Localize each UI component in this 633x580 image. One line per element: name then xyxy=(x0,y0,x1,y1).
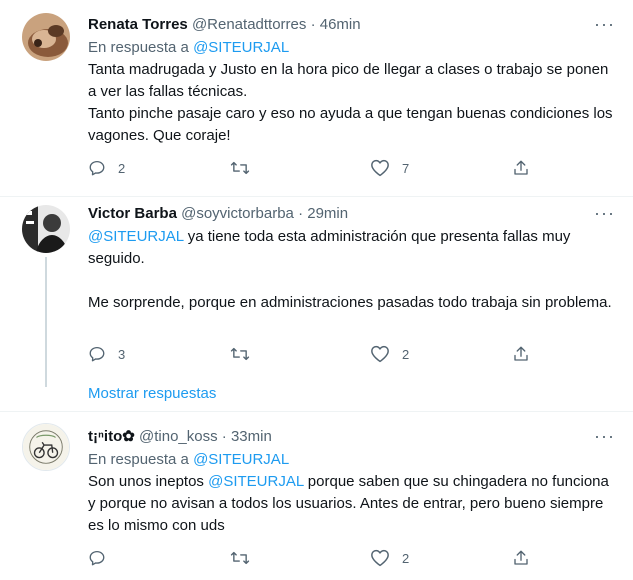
tweet-text: @SITEURJAL ya tiene toda esta administra… xyxy=(88,226,618,314)
retweet-icon xyxy=(230,549,250,567)
tweet-text: Tanta madrugada y Justo en la hora pico … xyxy=(88,59,618,147)
tweet-text-line: Tanto pinche pasaje caro y eso no ayuda … xyxy=(88,105,613,144)
separator: · xyxy=(221,428,227,445)
avatar[interactable] xyxy=(22,423,70,471)
thread-line xyxy=(45,257,47,387)
action-bar: 3 2 xyxy=(88,344,533,364)
like-icon xyxy=(370,159,390,177)
tweet-header: t¡ⁿito✿ @tino_koss · 33min xyxy=(88,427,272,447)
reply-context: En respuesta a @SITEURJAL xyxy=(88,38,289,58)
action-bar: 2 7 xyxy=(88,158,533,178)
more-icon[interactable]: ··· xyxy=(594,15,615,33)
reply-button[interactable]: 3 xyxy=(88,344,125,364)
like-icon xyxy=(370,549,390,567)
reply-button[interactable]: 2 xyxy=(88,158,125,178)
tweet-victor[interactable]: Victor Barba @soyvictorbarba · 29min ···… xyxy=(0,197,633,411)
mention-link[interactable]: @SITEURJAL xyxy=(208,473,304,490)
like-button[interactable]: 2 xyxy=(370,548,409,568)
reply-mention-link[interactable]: @SITEURJAL xyxy=(193,39,289,56)
timestamp[interactable]: 46min xyxy=(320,16,361,33)
like-count: 2 xyxy=(402,346,410,362)
share-button[interactable] xyxy=(512,344,530,364)
like-count: 7 xyxy=(402,160,410,176)
reply-count: 3 xyxy=(118,346,126,362)
reply-icon xyxy=(88,549,106,567)
like-button[interactable]: 7 xyxy=(370,158,409,178)
share-button[interactable] xyxy=(512,158,530,178)
tweet-text-line: Tanta madrugada y Justo en la hora pico … xyxy=(88,61,609,100)
tweet-tino[interactable]: t¡ⁿito✿ @tino_koss · 33min ··· En respue… xyxy=(0,412,633,580)
avatar[interactable] xyxy=(22,13,70,61)
reply-icon xyxy=(88,159,106,177)
more-icon[interactable]: ··· xyxy=(594,204,615,222)
share-icon xyxy=(512,345,530,363)
handle[interactable]: @tino_koss xyxy=(139,428,218,445)
tweet-text-paragraph: Me sorprende, porque en administraciones… xyxy=(88,294,612,311)
tweet-header: Victor Barba @soyvictorbarba · 29min xyxy=(88,204,348,224)
avatar[interactable] xyxy=(22,205,70,253)
tweet-text-paragraph: Son unos ineptos @SITEURJAL porque saben… xyxy=(88,471,618,537)
reply-icon xyxy=(88,345,106,363)
separator: · xyxy=(298,205,304,222)
like-icon xyxy=(370,345,390,363)
share-button[interactable] xyxy=(512,548,530,568)
retweet-button[interactable] xyxy=(230,158,262,178)
handle[interactable]: @soyvictorbarba xyxy=(181,205,294,222)
mention-link[interactable]: @SITEURJAL xyxy=(88,228,184,245)
share-icon xyxy=(512,549,530,567)
more-icon[interactable]: ··· xyxy=(594,427,615,445)
timestamp[interactable]: 29min xyxy=(307,205,348,222)
display-name[interactable]: Victor Barba xyxy=(88,205,177,222)
retweet-button[interactable] xyxy=(230,548,262,568)
action-bar: 2 xyxy=(88,548,533,568)
tweet-renata[interactable]: Renata Torres @Renatadttorres · 46min ··… xyxy=(0,0,633,196)
tweet-text-paragraph: @SITEURJAL ya tiene toda esta administra… xyxy=(88,226,618,270)
show-replies-link[interactable]: Mostrar respuestas xyxy=(88,384,216,404)
timestamp[interactable]: 33min xyxy=(231,428,272,445)
tweet-text-span: Son unos ineptos xyxy=(88,473,209,490)
display-name[interactable]: t¡ⁿito✿ xyxy=(88,428,135,445)
handle[interactable]: @Renatadttorres xyxy=(192,16,306,33)
share-icon xyxy=(512,159,530,177)
display-name[interactable]: Renata Torres xyxy=(88,16,188,33)
reply-prefix: En respuesta a xyxy=(88,39,194,56)
reply-button[interactable] xyxy=(88,548,118,568)
reply-count: 2 xyxy=(118,160,126,176)
tweet-header: Renata Torres @Renatadttorres · 46min xyxy=(88,15,361,35)
reply-mention-link[interactable]: @SITEURJAL xyxy=(193,451,289,468)
like-button[interactable]: 2 xyxy=(370,344,409,364)
reply-prefix: En respuesta a xyxy=(88,451,194,468)
retweet-icon xyxy=(230,159,250,177)
like-count: 2 xyxy=(402,550,410,566)
separator: · xyxy=(310,16,316,33)
reply-context: En respuesta a @SITEURJAL xyxy=(88,450,289,470)
retweet-icon xyxy=(230,345,250,363)
retweet-button[interactable] xyxy=(230,344,262,364)
tweet-text: Son unos ineptos @SITEURJAL porque saben… xyxy=(88,471,618,537)
